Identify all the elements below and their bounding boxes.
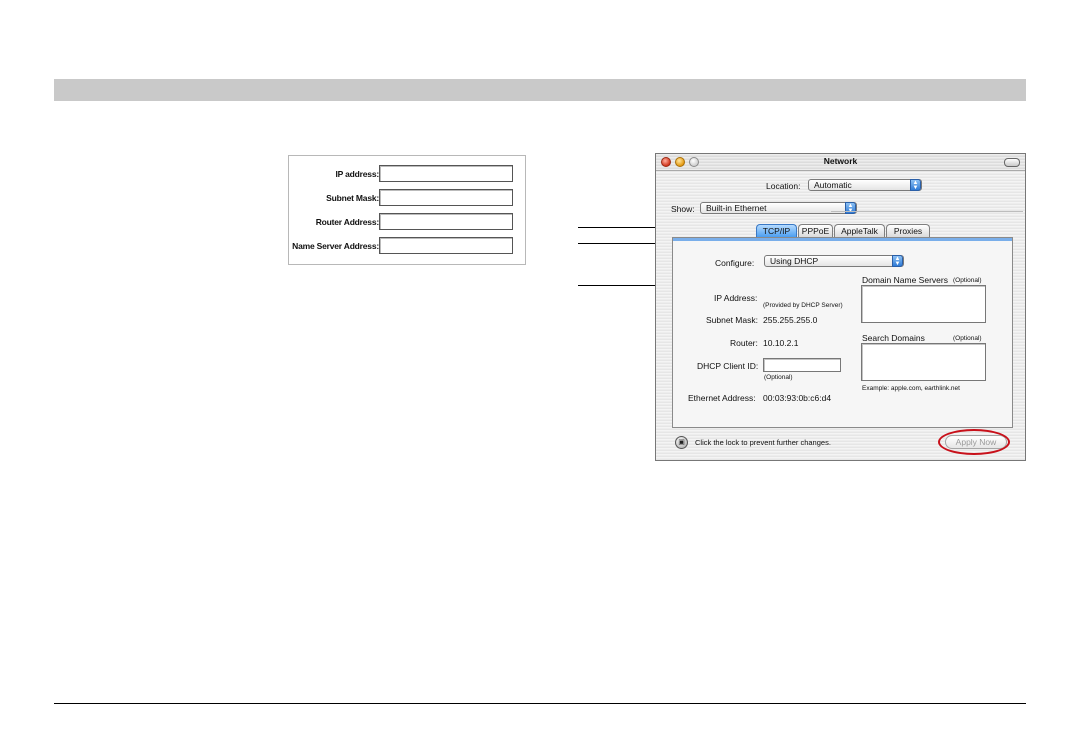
configure-select[interactable]: Using DHCP ▲ ▼: [764, 255, 904, 267]
pane-top-accent: [673, 238, 1012, 241]
search-domains-optional-note: (Optional): [953, 335, 982, 342]
title-bar: Network: [656, 154, 1025, 171]
search-domains-label: Search Domains: [862, 333, 925, 343]
ip-address-note: (Provided by DHCP Server): [763, 302, 843, 309]
router-address-input[interactable]: [379, 213, 513, 230]
tcpip-pane: Configure: Using DHCP ▲ ▼ IP Address: (Pr…: [672, 237, 1013, 428]
search-domains-textarea[interactable]: [861, 343, 986, 381]
separator: [831, 211, 1023, 212]
router-label: Router:: [730, 338, 758, 348]
footer-rule: [54, 703, 1026, 704]
subnet-mask-input[interactable]: [379, 189, 513, 206]
lock-icon[interactable]: ▣: [675, 436, 688, 449]
show-select[interactable]: Built-in Ethernet ▲▼: [700, 202, 857, 214]
name-server-row: Name Server Address:: [289, 237, 525, 257]
network-window: Network Location: Automatic ▲ ▼ Show: Bui…: [655, 153, 1026, 461]
apply-now-highlight-ring: [938, 429, 1010, 455]
show-value: Built-in Ethernet: [706, 203, 767, 213]
router-address-row: Router Address:: [289, 213, 525, 233]
subnet-mask-row: Subnet Mask:: [289, 189, 525, 209]
window-title: Network: [823, 156, 858, 166]
tab-appletalk[interactable]: AppleTalk: [834, 224, 885, 237]
lock-message: Click the lock to prevent further change…: [695, 438, 831, 447]
ethernet-address-label: Ethernet Address:: [688, 393, 756, 403]
router-value: 10.10.2.1: [763, 338, 799, 348]
location-select[interactable]: Automatic ▲ ▼: [808, 179, 922, 191]
router-address-label: Router Address:: [315, 217, 379, 227]
manual-ip-form: IP address: Subnet Mask: Router Address:…: [288, 155, 526, 265]
location-select-arrows-icon: ▲ ▼: [910, 179, 921, 191]
configure-label: Configure:: [715, 258, 755, 268]
dns-servers-textarea[interactable]: [861, 285, 986, 323]
subnet-mask-label: Subnet Mask:: [326, 193, 379, 203]
configure-select-arrows-icon: ▲ ▼: [892, 255, 903, 267]
location-value: Automatic: [814, 180, 852, 190]
configure-value: Using DHCP: [770, 256, 819, 266]
dns-optional-note: (Optional): [953, 277, 982, 284]
dns-label: Domain Name Servers: [862, 275, 948, 285]
dhcp-client-id-note: (Optional): [764, 374, 793, 381]
location-label: Location:: [766, 181, 801, 191]
subnet-mask-label-mac: Subnet Mask:: [706, 315, 758, 325]
tab-pppoe[interactable]: PPPoE: [798, 224, 833, 237]
name-server-address-input[interactable]: [379, 237, 513, 254]
name-server-address-label: Name Server Address:: [292, 241, 379, 251]
ip-address-label-mac: IP Address:: [714, 293, 758, 303]
subnet-mask-value: 255.255.255.0: [763, 315, 818, 325]
ip-address-input[interactable]: [379, 165, 513, 182]
ip-address-row: IP address:: [289, 165, 525, 185]
show-label: Show:: [671, 204, 695, 214]
ip-address-label: IP address:: [335, 169, 380, 179]
show-select-arrows-icon: ▲▼: [845, 202, 856, 214]
search-domains-example: Example: apple.com, earthlink.net: [862, 385, 960, 392]
tab-proxies[interactable]: Proxies: [886, 224, 930, 237]
tab-tcpip[interactable]: TCP/IP: [756, 224, 797, 237]
ethernet-address-value: 00:03:93:0b:c6:d4: [763, 393, 832, 403]
toolbar-toggle-button[interactable]: [1004, 158, 1020, 167]
section-header-bar: [54, 79, 1026, 101]
dhcp-client-id-input[interactable]: [763, 358, 841, 372]
dhcp-client-id-label: DHCP Client ID:: [697, 361, 759, 371]
